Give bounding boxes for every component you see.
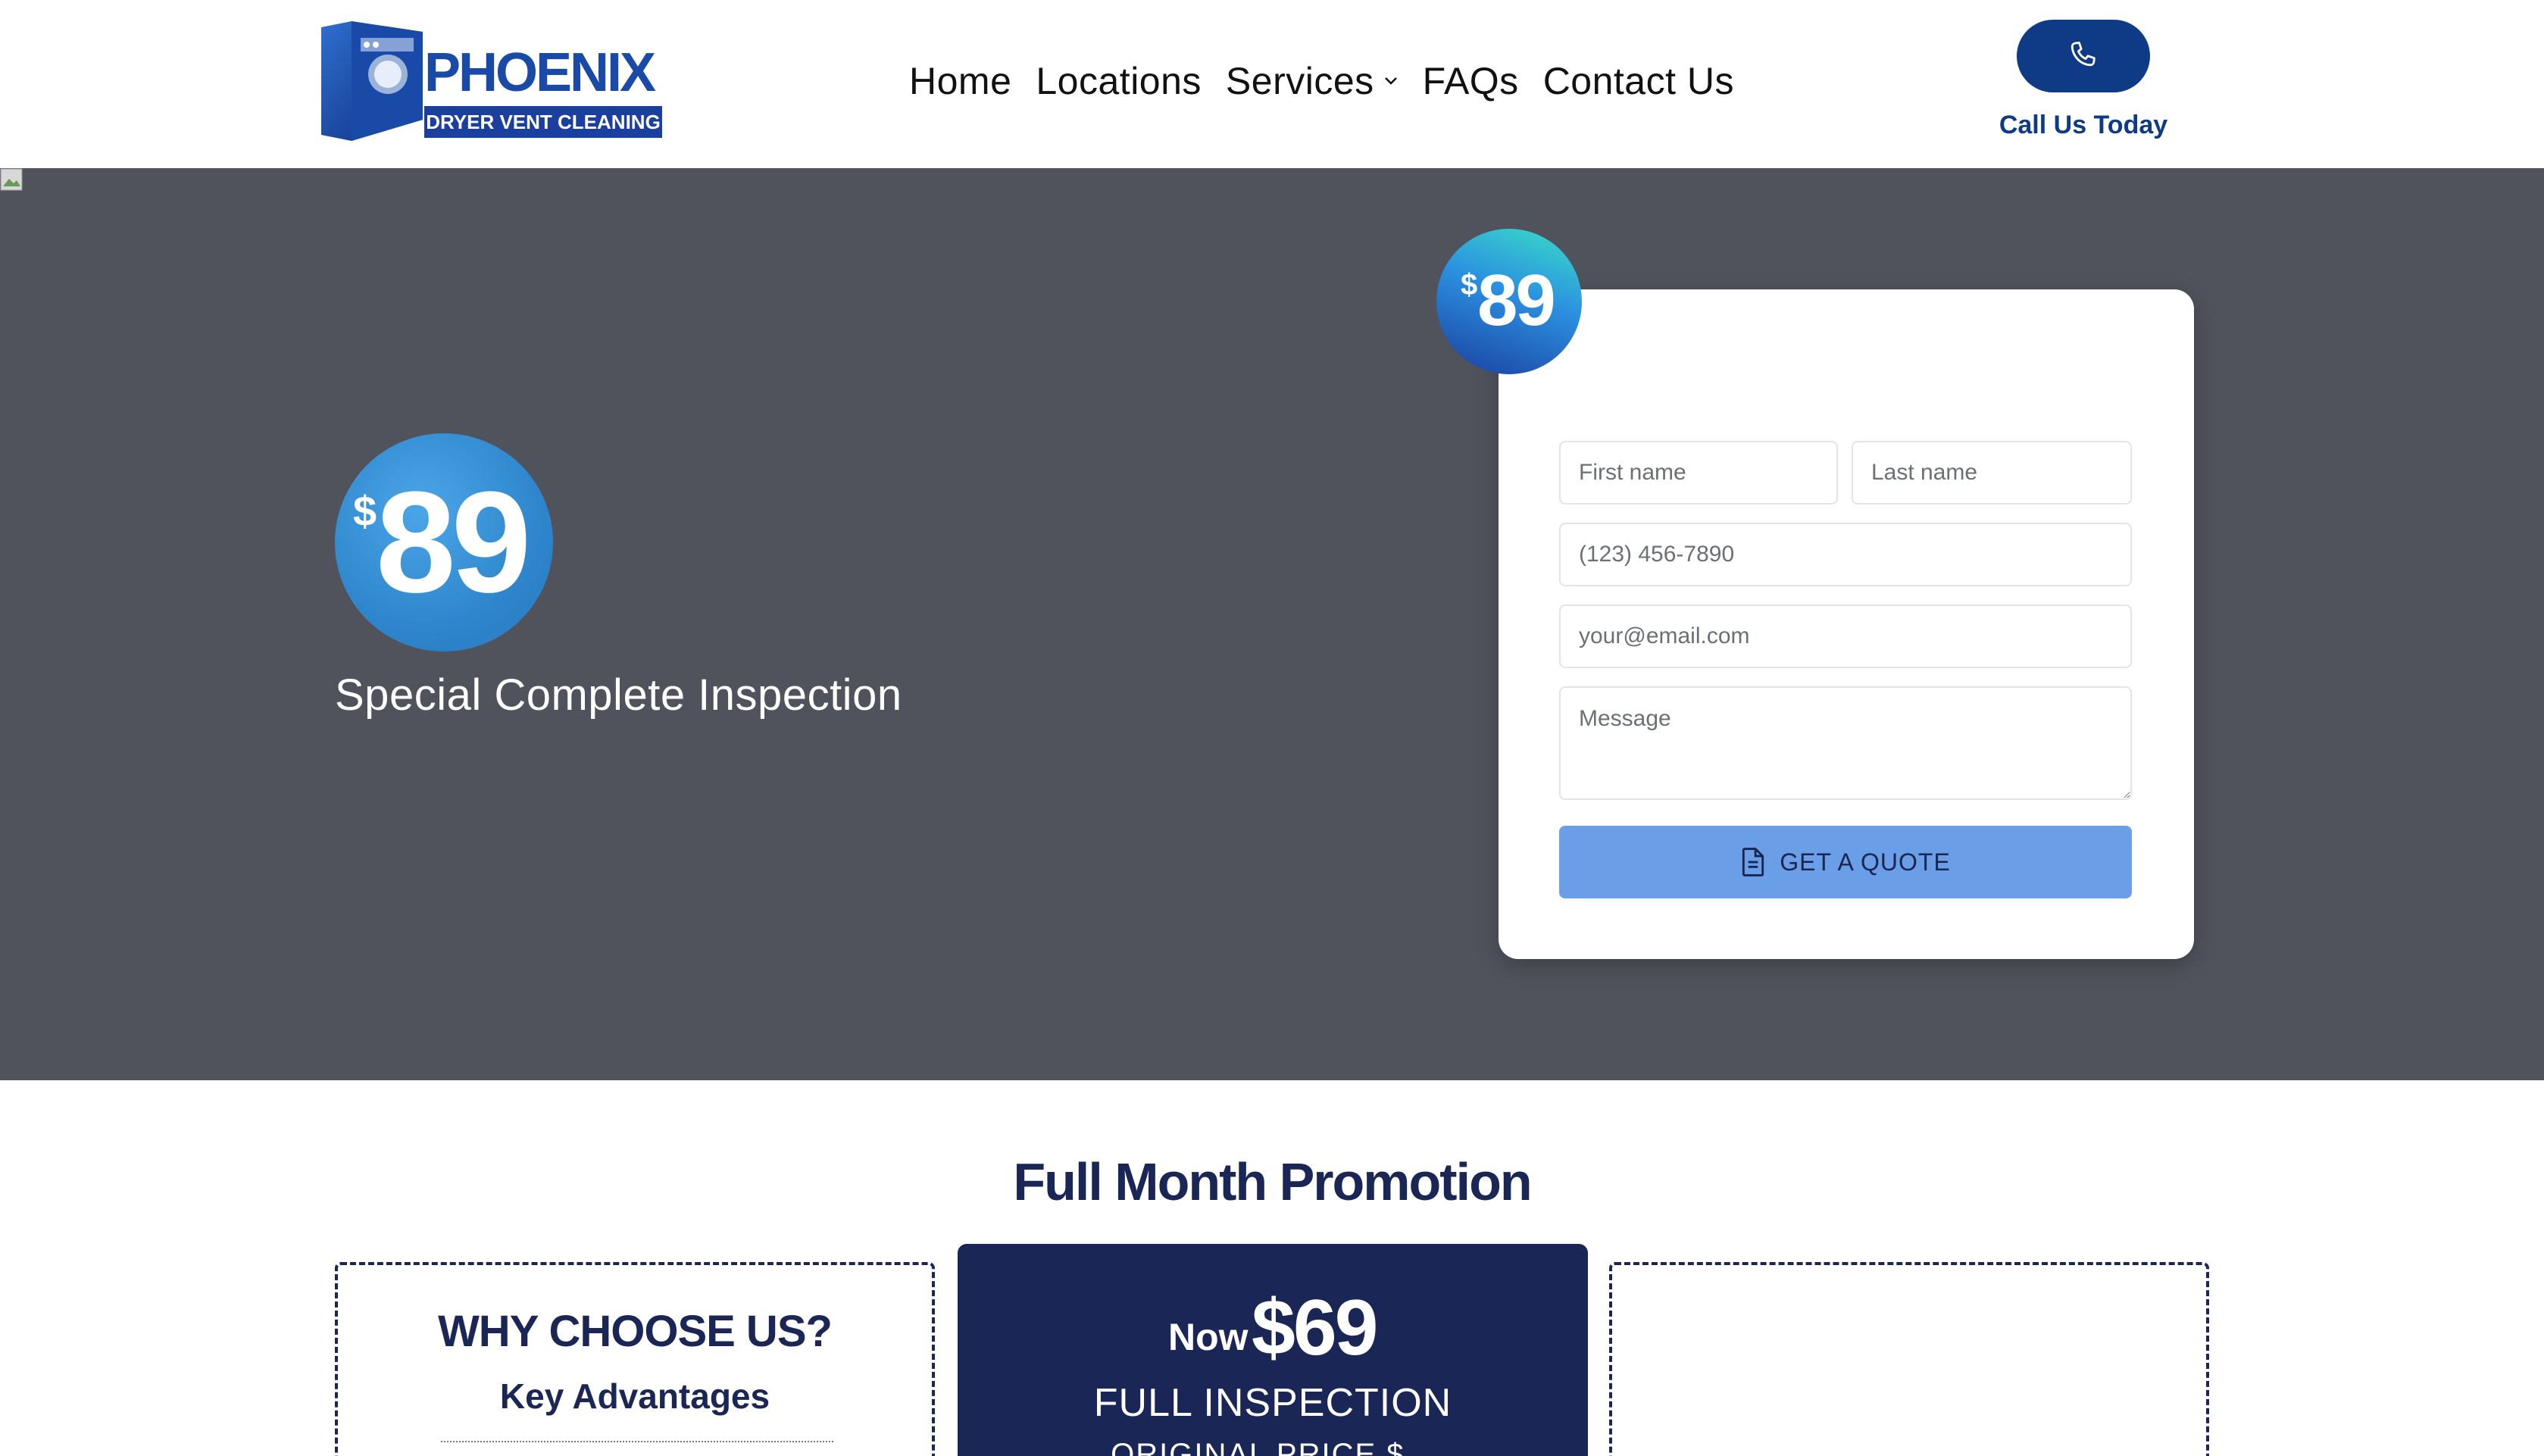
offer-headline: FULL INSPECTION [1093, 1381, 1452, 1425]
original-price: ORIGINAL PRICE $... [1111, 1438, 1435, 1456]
nav-home[interactable]: Home [909, 59, 1011, 103]
nav-faqs[interactable]: FAQs [1423, 59, 1519, 103]
nav-faqs-label: FAQs [1422, 60, 1519, 102]
nav-locations-label: Locations [1036, 60, 1202, 102]
price-badge: $ 89 [335, 433, 553, 651]
logo-brand: PHOENIX [424, 42, 656, 103]
first-name-input[interactable] [1559, 441, 1838, 505]
price-badge-amount: 89 [376, 462, 531, 623]
nav-locations[interactable]: Locations [1036, 59, 1202, 103]
phone-input[interactable] [1559, 523, 2132, 586]
message-textarea[interactable] [1559, 686, 2132, 800]
nav-services[interactable]: Services [1226, 59, 1399, 103]
form-price-badge: $ 89 [1436, 229, 1582, 374]
call-us-label[interactable]: Call Us Today [1970, 111, 2197, 140]
now-label: Now [1168, 1316, 1249, 1358]
quote-form: GET A QUOTE [1499, 289, 2194, 959]
nav-services-label: Services [1225, 60, 1374, 102]
email-input[interactable] [1559, 605, 2132, 668]
get-quote-label: GET A QUOTE [1780, 848, 1951, 876]
phone-icon [2071, 42, 2096, 67]
site-header: PHOENIX DRYER VENT CLEANING Home Locatio… [0, 0, 2544, 168]
logo-tagline: DRYER VENT CLEANING [426, 111, 661, 133]
nav-contact[interactable]: Contact Us [1543, 59, 1734, 103]
main-nav: Home Locations Services FAQs Contact Us [909, 59, 1734, 103]
phoenix-logo[interactable]: PHOENIX DRYER VENT CLEANING [318, 21, 662, 144]
promo-title: Full Month Promotion [1013, 1152, 1532, 1211]
form-badge-currency: $ [1461, 268, 1478, 302]
divider [441, 1441, 833, 1442]
call-button[interactable] [2017, 20, 2150, 92]
offer-card: Now $69 FULL INSPECTION ORIGINAL PRICE $… [958, 1244, 1588, 1456]
nav-contact-label: Contact Us [1542, 60, 1735, 102]
form-badge-amount: 89 [1477, 260, 1556, 341]
broken-image-icon [0, 168, 23, 191]
chevron-down-icon [1384, 77, 1397, 85]
hero-section: $ 89 Special Complete Inspection GET A Q… [0, 168, 2544, 1080]
offer-price: $69 [1252, 1284, 1379, 1372]
last-name-input[interactable] [1852, 441, 2132, 505]
hero-subtitle: Special Complete Inspection [335, 670, 902, 720]
get-quote-button[interactable]: GET A QUOTE [1559, 826, 2132, 898]
promo-card-right [1609, 1262, 2209, 1456]
price-badge-currency: $ [353, 487, 377, 535]
key-advantages-heading: Key Advantages [499, 1376, 770, 1416]
document-icon [1742, 848, 1764, 876]
why-choose-heading: WHY CHOOSE US? [438, 1307, 833, 1356]
nav-home-label: Home [909, 60, 1012, 102]
why-choose-card: WHY CHOOSE US? Key Advantages [335, 1262, 935, 1456]
